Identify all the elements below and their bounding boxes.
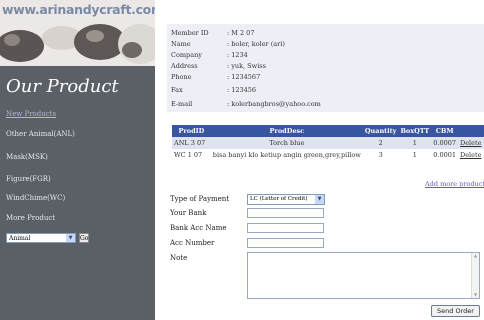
sidebar: www.arinandycraft.com Our Product New Pr… <box>0 0 155 320</box>
cell-box-qtt: 1 <box>398 149 432 161</box>
acc-number-label: Acc Number <box>170 239 215 247</box>
chevron-down-icon: ▼ <box>66 234 75 242</box>
column-header: Quantity <box>362 125 399 137</box>
sidebar-item-more-product[interactable]: More Product <box>6 214 55 222</box>
scroll-up-icon[interactable]: ▲ <box>472 253 479 259</box>
sidebar-item-other-animal[interactable]: Other Animal(ANL) <box>6 130 75 138</box>
sidebar-item-mask[interactable]: Mask(MSK) <box>6 153 48 161</box>
cell-action: Delete <box>458 137 484 149</box>
bank-input[interactable] <box>247 208 324 218</box>
sidebar-item-windchime[interactable]: WindChime(WC) <box>6 194 65 202</box>
column-header <box>458 125 484 137</box>
send-order-button[interactable]: Send Order <box>431 305 480 317</box>
cell-cbm: 0.0007 <box>431 137 458 149</box>
acc-name-label: Bank Acc Name <box>170 224 227 232</box>
payment-type-value: LC (Letter of Credit) <box>250 196 308 202</box>
info-value: : 1234567 <box>227 73 261 81</box>
cell-prod-desc: Torch blue <box>210 137 363 149</box>
table-row: ANL 3 07 Torch blue 2 1 0.0007 Delete <box>172 137 484 149</box>
info-label: Address <box>171 62 198 70</box>
info-value: : yuk, Swiss <box>227 62 266 70</box>
delete-link[interactable]: Delete <box>460 151 481 159</box>
cell-prod-id: ANL 3 07 <box>172 137 211 149</box>
sidebar-item-new-products[interactable]: New Products <box>6 110 56 118</box>
go-button[interactable]: Go <box>79 233 89 243</box>
note-textarea[interactable]: ▲ ▼ <box>247 252 480 299</box>
header-banner: www.arinandycraft.com <box>0 0 155 66</box>
payment-type-label: Type of Payment <box>170 195 230 203</box>
category-select-value: Animal <box>9 235 31 242</box>
member-info-panel: Member ID : M 2 07 Name : boler, koler (ar… <box>167 24 484 112</box>
info-value: : 1234 <box>227 51 248 59</box>
info-value: : M 2 07 <box>227 29 255 37</box>
column-header: ProdDesc <box>210 125 363 137</box>
info-label: Name <box>171 40 191 48</box>
cell-prod-desc: bisa banyi klo ketiup angin green,grey,p… <box>210 149 363 161</box>
cell-cbm: 0.0001 <box>431 149 458 161</box>
cell-prod-id: WC 1 07 <box>172 149 211 161</box>
site-url: www.arinandycraft.com <box>2 2 155 17</box>
info-row-member-id: Member ID : M 2 07 <box>171 29 254 37</box>
note-scrollbar[interactable]: ▲ ▼ <box>471 253 479 298</box>
info-row-name: Name : boler, koler (ari) <box>171 40 285 48</box>
sidebar-item-figure[interactable]: Figure(FGR) <box>6 175 51 183</box>
chevron-down-icon: ▼ <box>315 195 324 204</box>
delete-link[interactable]: Delete <box>460 139 481 147</box>
sidebar-title: Our Product <box>6 76 119 97</box>
info-row-company: Company : 1234 <box>171 51 248 59</box>
info-value: : kolerbangbros@yahoo.com <box>227 100 321 108</box>
category-select[interactable]: Animal ▼ <box>6 233 76 243</box>
add-more-product-link[interactable]: Add more product <box>425 180 484 188</box>
info-row-fax: Fax : 123456 <box>171 86 256 94</box>
column-header: ProdID <box>172 125 211 137</box>
info-row-phone: Phone : 1234567 <box>171 73 260 81</box>
info-label: Fax <box>171 86 183 94</box>
column-header: CBM <box>431 125 458 137</box>
info-value: : 123456 <box>227 86 257 94</box>
info-value: : boler, koler (ari) <box>227 40 285 48</box>
column-header: BoxQTT <box>398 125 432 137</box>
table-header-row: ProdID ProdDesc Quantity BoxQTT CBM <box>172 125 484 137</box>
cell-quantity: 2 <box>362 137 399 149</box>
info-label: Member ID <box>171 29 209 37</box>
table-row: WC 1 07 bisa banyi klo ketiup angin gree… <box>172 149 484 161</box>
cell-action: Delete <box>458 149 484 161</box>
note-label: Note <box>170 254 188 262</box>
info-label: Phone <box>171 73 192 81</box>
bank-label: Your Bank <box>170 209 207 217</box>
info-row-address: Address : yuk, Swiss <box>171 62 266 70</box>
info-label: Company <box>171 51 202 59</box>
cell-box-qtt: 1 <box>398 137 432 149</box>
order-table: ProdID ProdDesc Quantity BoxQTT CBM ANL … <box>172 125 484 161</box>
acc-number-input[interactable] <box>247 238 324 248</box>
info-label: E-mail <box>171 100 193 108</box>
acc-name-input[interactable] <box>247 223 324 233</box>
cell-quantity: 3 <box>362 149 399 161</box>
scroll-down-icon[interactable]: ▼ <box>472 292 479 298</box>
info-row-email: E-mail : kolerbangbros@yahoo.com <box>171 100 321 108</box>
payment-type-select[interactable]: LC (Letter of Credit) ▼ <box>247 194 325 205</box>
